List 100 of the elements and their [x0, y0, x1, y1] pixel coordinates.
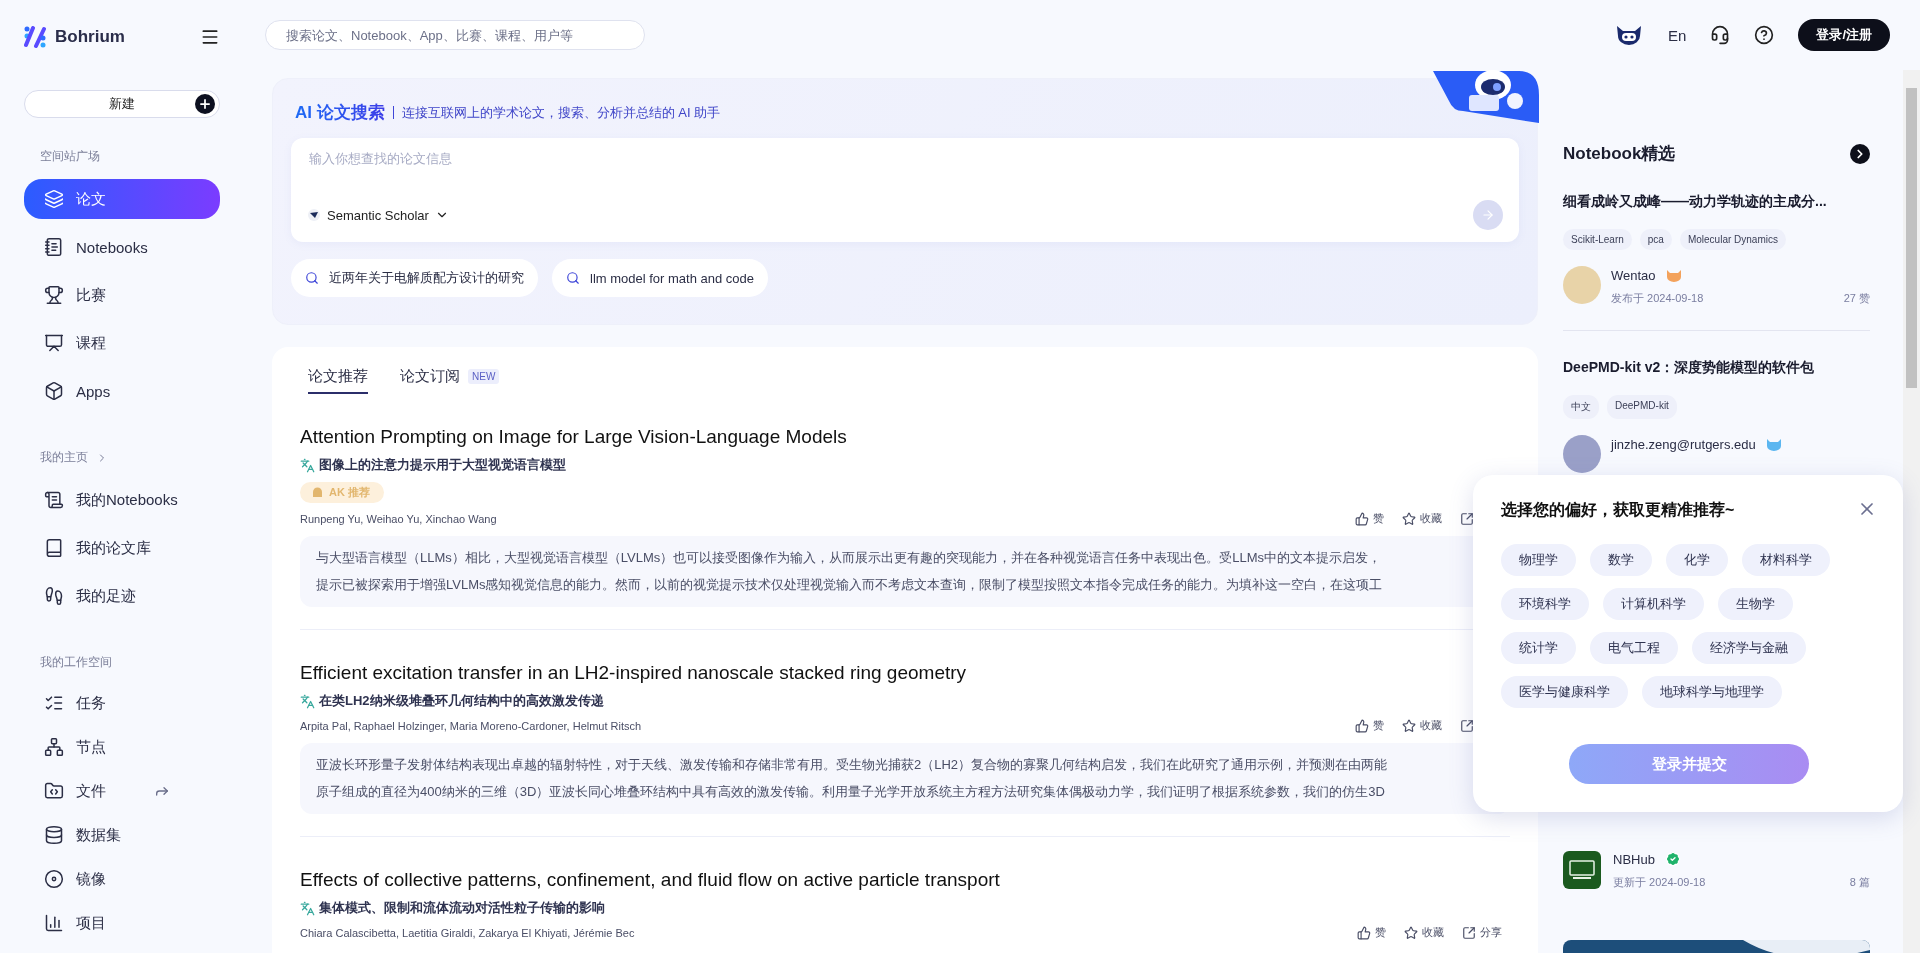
- recommend-badge: AK 推荐: [300, 482, 384, 503]
- trophy-icon: [44, 285, 64, 305]
- new-button[interactable]: 新建: [24, 90, 220, 118]
- notebook-count: 8 篇: [1849, 875, 1870, 890]
- star-icon: [1402, 511, 1416, 526]
- search-icon: [305, 271, 319, 285]
- list-icon: [44, 693, 64, 713]
- paper-title[interactable]: Effects of collective patterns, confinement, and fluid flow on active particle transport: [300, 869, 1510, 891]
- preference-chip[interactable]: 统计学: [1501, 632, 1576, 664]
- scholar-logo-icon: [307, 208, 321, 222]
- sidebar-item[interactable]: 我的Notebooks: [24, 480, 220, 520]
- cube-icon: [44, 381, 64, 401]
- collection-logo-icon: [1563, 850, 1601, 889]
- translated-title: 集体模式、限制和流体流动对活性粒子传输的影响: [319, 899, 605, 917]
- code-folder-icon: [44, 781, 64, 801]
- new-badge: NEW: [468, 369, 500, 384]
- tab[interactable]: 论文订阅 NEW: [400, 357, 500, 394]
- headset-icon[interactable]: [1710, 25, 1731, 45]
- login-button[interactable]: 登录/注册: [1798, 19, 1890, 51]
- next-button[interactable]: [1850, 143, 1870, 164]
- search-icon: [566, 271, 580, 285]
- sidebar-item[interactable]: 课程: [24, 323, 220, 363]
- paper-title[interactable]: Attention Prompting on Image for Large Vision-Language Models: [300, 426, 1510, 448]
- panel-title: Notebook精选: [1563, 143, 1676, 165]
- translate-icon: [300, 693, 315, 709]
- sidebar-item[interactable]: 节点: [24, 729, 220, 765]
- sidebar-item[interactable]: 镜像: [24, 861, 220, 897]
- sidebar-item[interactable]: 我的足迹: [24, 576, 220, 616]
- paper-action[interactable]: 赞: [1355, 718, 1384, 733]
- paper-action[interactable]: 收藏: [1404, 925, 1444, 940]
- easel-icon: [44, 333, 64, 353]
- translate-icon: [300, 457, 315, 473]
- search-field[interactable]: 搜索论文、Notebook、App、比赛、课程、用户等: [265, 20, 645, 50]
- avatar: [1563, 266, 1601, 304]
- avatar: [1563, 435, 1601, 473]
- section-title: 空间站广场: [40, 148, 100, 165]
- preference-chip[interactable]: 电气工程: [1590, 632, 1678, 664]
- thumbs-up-icon: [1355, 511, 1369, 526]
- preference-chip[interactable]: 环境科学: [1501, 588, 1589, 620]
- help-icon[interactable]: [1754, 25, 1775, 45]
- notebook-title[interactable]: 细看成岭又成峰——动力学轨迹的主成分...: [1563, 193, 1870, 211]
- paper-action[interactable]: 赞: [1357, 925, 1386, 940]
- author-name[interactable]: Wentao: [1611, 268, 1656, 283]
- translated-title: 在类LH2纳米级堆叠环几何结构中的高效激发传递: [319, 692, 604, 710]
- preference-chip[interactable]: 经济学与金融: [1692, 632, 1806, 664]
- author-name[interactable]: jinzhe.zeng@rutgers.edu: [1611, 437, 1756, 452]
- star-icon: [1404, 925, 1418, 940]
- preference-chip[interactable]: 数学: [1590, 544, 1652, 576]
- animal-badge-icon: [1765, 438, 1782, 451]
- preference-chip[interactable]: 化学: [1666, 544, 1728, 576]
- tag[interactable]: Scikit-Learn: [1563, 229, 1632, 250]
- query-field[interactable]: 输入你想查找的论文信息 Semantic Scholar: [291, 138, 1519, 242]
- tag[interactable]: 中文: [1563, 395, 1599, 419]
- sidebar-item[interactable]: 比赛: [24, 275, 220, 315]
- abstract-line: 原子组成的直径为400纳米的三维（3D）亚波长同心堆叠环结构中具有高效的激发传输。利用量子光学开放系统主方程方法研究集体偶极动力学，我们证明了根据系统参数，我们的仿生3D: [316, 783, 1386, 801]
- menu-icon[interactable]: [200, 27, 220, 47]
- collection-name[interactable]: NBHub: [1613, 851, 1655, 867]
- language-label[interactable]: En: [1668, 26, 1687, 44]
- sidebar-item[interactable]: 任务: [24, 685, 220, 721]
- tag[interactable]: Molecular Dynamics: [1679, 229, 1786, 250]
- suggestion-chip[interactable]: llm model for math and code: [552, 259, 769, 297]
- sidebar-item[interactable]: 项目: [24, 905, 220, 941]
- section-title: 我的工作空间: [40, 654, 112, 671]
- notebook-title[interactable]: DeePMD-kit v2：深度势能模型的软件包: [1563, 359, 1870, 377]
- sidebar-item[interactable]: 数据集: [24, 817, 220, 853]
- paper-action[interactable]: 赞: [1355, 511, 1384, 526]
- verified-icon: [1664, 851, 1681, 867]
- preference-chip[interactable]: 材料科学: [1742, 544, 1830, 576]
- preference-chip[interactable]: 生物学: [1718, 588, 1793, 620]
- preference-chip[interactable]: 医学与健康科学: [1501, 676, 1628, 708]
- tag[interactable]: DeePMD-kit: [1607, 395, 1677, 419]
- suggestion-chip[interactable]: 近两年关于电解质配方设计的研究: [291, 259, 538, 297]
- document-icon: [44, 490, 64, 510]
- stack-icon: [44, 189, 64, 209]
- paper-action[interactable]: 收藏: [1402, 718, 1442, 733]
- preference-chip[interactable]: 地球科学与地理学: [1642, 676, 1782, 708]
- sidebar-item[interactable]: Notebooks: [24, 227, 220, 267]
- animal-badge-icon: [1665, 269, 1682, 282]
- abstract-line: 亚波长环形量子发射体结构表现出卓越的辐射特性，对于天线、激发传输和存储非常有用。受生物光捕获2（LH2）复合物的寡聚几何结构启发，我们在此研究了通用示例，并预测在由两能: [316, 756, 1389, 774]
- book-icon: [44, 538, 64, 558]
- footprint-icon: [44, 586, 64, 606]
- tag[interactable]: pca: [1639, 229, 1672, 250]
- paper-action[interactable]: 收藏: [1402, 511, 1442, 526]
- paper-action[interactable]: 分享: [1462, 925, 1502, 940]
- share-icon[interactable]: [1460, 511, 1474, 526]
- sidebar-item[interactable]: Apps: [24, 371, 220, 411]
- sidebar-item[interactable]: 论文: [24, 179, 220, 219]
- tab[interactable]: 论文推荐: [308, 357, 368, 394]
- dialog-title: 选择您的偏好，获取更精准推荐~: [1501, 500, 1735, 520]
- section-title: 我的主页: [40, 449, 88, 466]
- sidebar-item[interactable]: 文件: [24, 773, 220, 809]
- ai-search-title: AI 论文搜索: [295, 101, 385, 124]
- preference-chip[interactable]: 物理学: [1501, 544, 1576, 576]
- sidebar-item[interactable]: 我的论文库: [24, 528, 220, 568]
- update-date: 更新于 2024-09-18: [1613, 875, 1706, 890]
- share-icon[interactable]: [1460, 718, 1474, 733]
- paper-authors: Arpita Pal, Raphael Holzinger, Maria Moreno-Cardoner, Helmut Ritsch: [300, 719, 643, 732]
- source-selector[interactable]: Semantic Scholar: [307, 207, 449, 223]
- scrollbar[interactable]: [1903, 70, 1920, 953]
- preference-chip[interactable]: 计算机科学: [1603, 588, 1704, 620]
